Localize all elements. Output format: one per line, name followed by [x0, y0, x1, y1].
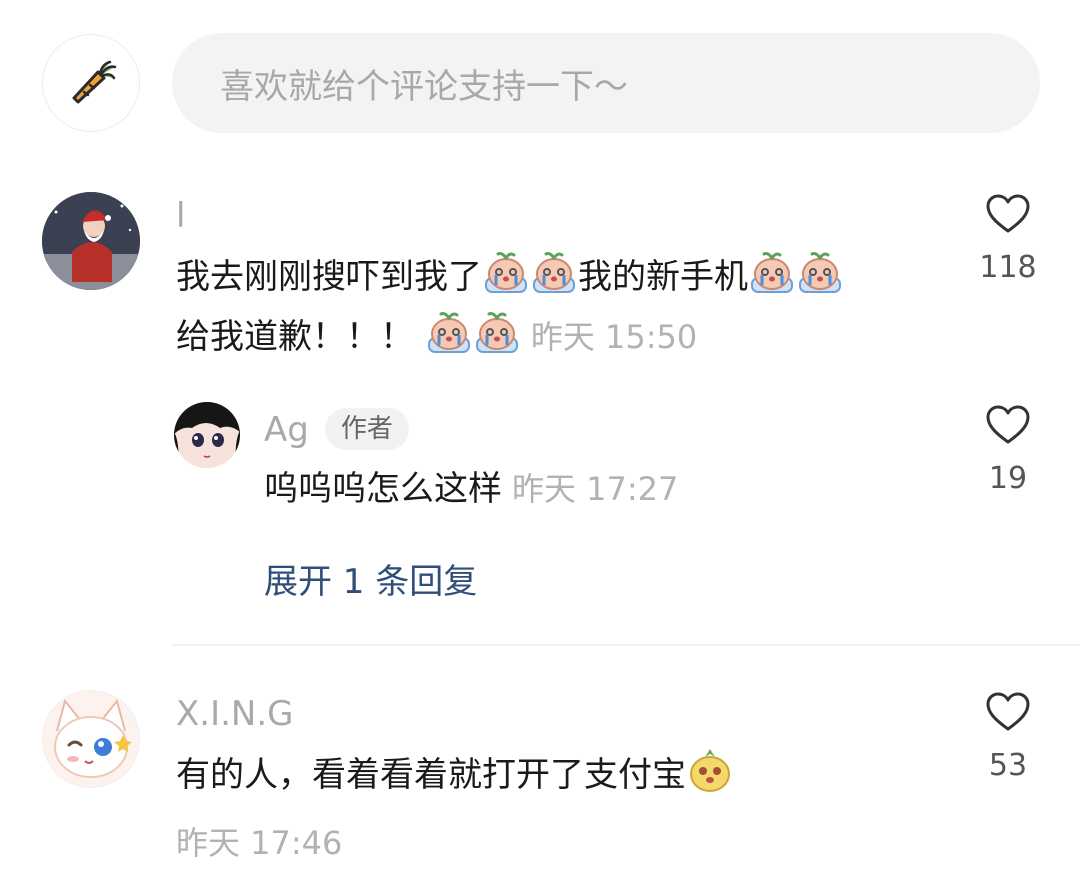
like-count: 53 [988, 748, 1028, 783]
crying-carrot-emoji [530, 248, 578, 296]
carrot-icon [64, 54, 118, 112]
comment-divider [172, 644, 1080, 646]
comment-time: 昨天 17:46 [176, 824, 343, 862]
avatar[interactable] [42, 192, 140, 290]
composer-avatar [42, 34, 140, 132]
like-button[interactable] [968, 692, 1048, 736]
comment-text-part: 我的新手机 [578, 257, 748, 297]
expand-replies-link[interactable]: 展开 1 条回复 [264, 554, 477, 603]
comment-input[interactable]: 喜欢就给个评论支持一下～ [172, 33, 1040, 133]
comment-text: 我去刚刚搜吓到我了 我的新手机 给我道歉！！！ 昨天 15:50 [176, 247, 956, 367]
heart-icon [986, 405, 1030, 445]
crying-carrot-emoji [425, 308, 473, 356]
like-button[interactable] [968, 194, 1048, 238]
comment-text-part: 给我道歉！！！ [176, 317, 414, 357]
reply-time: 昨天 17:27 [512, 470, 679, 508]
like-count: 118 [979, 250, 1037, 285]
reply-like-count: 19 [988, 461, 1028, 496]
comment-input-placeholder: 喜欢就给个评论支持一下～ [220, 66, 628, 107]
reply-avatar[interactable] [174, 402, 240, 468]
reply-like-button[interactable] [968, 405, 1048, 449]
reply-username-row: Ag 作者 [264, 408, 409, 450]
author-badge: 作者 [324, 408, 409, 450]
crying-carrot-emoji [482, 248, 530, 296]
crying-carrot-emoji [796, 248, 844, 296]
comment-time: 昨天 15:50 [530, 318, 698, 356]
comment-username[interactable]: l [176, 196, 185, 236]
comment-text: 有的人，看着看着就打开了支付宝 [176, 745, 734, 805]
comment-text-content: 有的人，看着看着就打开了支付宝 [176, 755, 686, 795]
avatar[interactable] [42, 690, 140, 788]
heart-icon [986, 194, 1030, 234]
reply-text-content: 呜呜呜怎么这样 [264, 469, 502, 509]
heart-icon [986, 692, 1030, 732]
reply-text: 呜呜呜怎么这样 昨天 17:27 [264, 459, 678, 519]
crying-carrot-emoji [748, 248, 796, 296]
reply-username[interactable]: Ag [264, 410, 309, 450]
comment-text-part: 我去刚刚搜吓到我了 [176, 257, 482, 297]
comment-username[interactable]: X.I.N.G [176, 694, 294, 734]
crying-carrot-emoji [473, 308, 521, 356]
pineapple-emoji [686, 746, 734, 794]
